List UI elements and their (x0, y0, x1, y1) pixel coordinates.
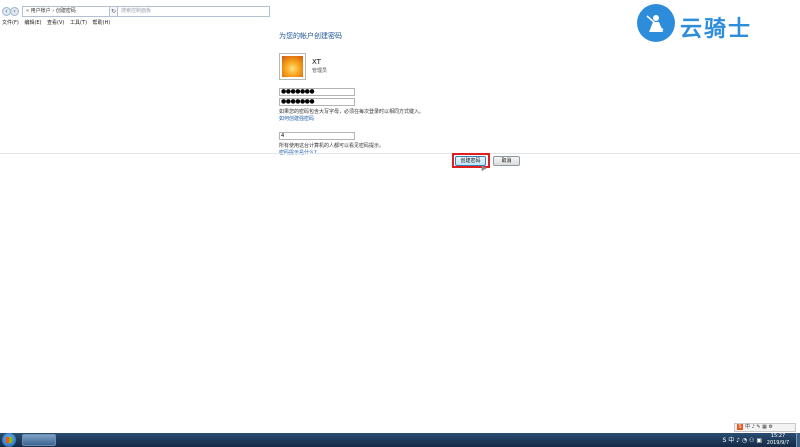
case-note: 如果您的密码包含大写字母，必须在每次登录时以相同方式键入。 (279, 109, 425, 115)
taskbar-explorer-button[interactable] (22, 434, 56, 446)
forward-arrow-icon[interactable]: › (10, 7, 19, 16)
show-desktop-button[interactable] (796, 433, 800, 447)
clock-date: 2019/9/7 (766, 440, 790, 446)
confirm-password-field[interactable]: ●●●●●●● (279, 98, 355, 106)
menu-tools[interactable]: 工具(T) (70, 19, 87, 27)
clock-time: 15:27 (770, 433, 786, 439)
ime-toolbar[interactable]: S中 ♪ ✎ ▦ ⚙ (734, 423, 796, 432)
divider (0, 153, 800, 154)
breadcrumb[interactable]: « 用户帐户 › 创建密码 (22, 6, 110, 17)
strong-password-link[interactable]: 如何创建强密码 (279, 115, 519, 122)
knight-logo-icon (637, 4, 675, 42)
avatar (279, 53, 306, 80)
menu-help[interactable]: 帮助(H) (93, 19, 111, 27)
taskbar: S 中 ♪ ◔ ⚇ ▣ 15:27 2019/9/7 (0, 433, 800, 447)
search-input[interactable]: 搜索控制面板 (117, 6, 270, 17)
user-info: XT 管理员 (279, 53, 519, 83)
menu-view[interactable]: 查看(V) (47, 19, 64, 27)
sogou-logo-icon: S (737, 424, 743, 430)
hint-note: 所有使用这台计算机的人都可以看见密码提示。 (279, 143, 385, 149)
user-type: 管理员 (312, 68, 328, 74)
create-password-form: 为您的帐户创建密码 XT 管理员 ●●●●●●● ●●●●●●● 如果您的密码包… (279, 31, 519, 156)
control-panel-window: ‹ › « 用户帐户 › 创建密码 ↻ 搜索控制面板 文件(F) 编辑(E) 查… (0, 0, 800, 433)
system-tray[interactable]: S 中 ♪ ◔ ⚇ ▣ (723, 435, 762, 444)
password-hint-field[interactable]: 4 (279, 132, 355, 140)
clock[interactable]: 15:27 2019/9/7 (762, 433, 794, 447)
username: XT (312, 58, 321, 66)
menu-edit[interactable]: 编辑(E) (24, 19, 41, 27)
watermark-text: 云骑士 (680, 17, 753, 42)
cancel-button[interactable]: 取消 (493, 156, 520, 166)
page-title: 为您的帐户创建密码 (279, 32, 342, 40)
watermark: 云骑士 (637, 4, 797, 48)
new-password-field[interactable]: ●●●●●●● (279, 88, 355, 96)
ime-status: 中 ♪ ✎ ▦ ⚙ (745, 424, 773, 430)
menu-file[interactable]: 文件(F) (2, 19, 19, 27)
windows-start-icon[interactable] (2, 433, 16, 447)
